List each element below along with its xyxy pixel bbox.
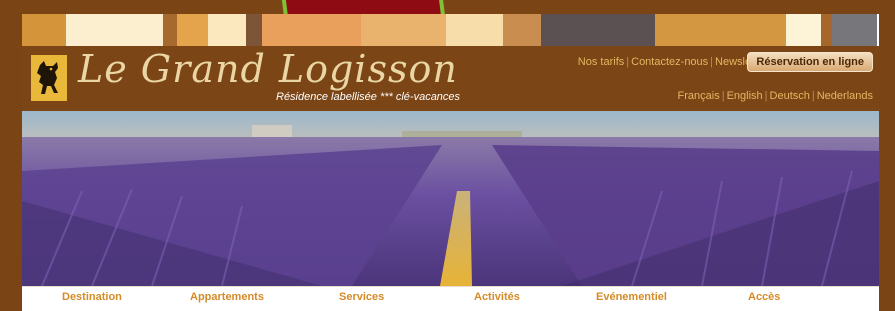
nav-destination[interactable]: Destination: [62, 291, 122, 303]
nav-activites[interactable]: Activités: [474, 291, 520, 303]
dog-heraldic-icon[interactable]: [31, 55, 67, 101]
brand-tagline: Résidence labellisée *** clé-vacances: [276, 91, 461, 103]
site-frame: Le Grand Logisson Résidence labellisée *…: [22, 14, 879, 311]
reservation-button[interactable]: Réservation en ligne: [747, 52, 873, 72]
nav-acces[interactable]: Accès: [748, 291, 780, 303]
lang-deutsch[interactable]: Deutsch: [770, 90, 810, 102]
hero-lavender-image: [22, 111, 879, 286]
link-contact[interactable]: Contactez-nous: [631, 56, 708, 68]
top-links: Nos tarifs | Contactez-nous | Newsletter: [577, 56, 767, 68]
brand-name[interactable]: Le Grand Logisson: [78, 47, 458, 91]
site-header: Le Grand Logisson Résidence labellisée *…: [22, 46, 879, 111]
link-nos-tarifs[interactable]: Nos tarifs: [578, 56, 624, 68]
nav-services[interactable]: Services: [339, 291, 384, 303]
decorative-color-bar: [22, 14, 879, 46]
nav-evenementiel[interactable]: Evénementiel: [596, 291, 667, 303]
lang-nederlands[interactable]: Nederlands: [817, 90, 873, 102]
lang-francais[interactable]: Français: [678, 90, 720, 102]
language-switcher: Français | English | Deutsch | Nederlands: [677, 90, 873, 102]
nav-appartements[interactable]: Appartements: [190, 291, 264, 303]
lang-english[interactable]: English: [727, 90, 763, 102]
main-navigation: Destination Appartements Services Activi…: [22, 286, 879, 311]
